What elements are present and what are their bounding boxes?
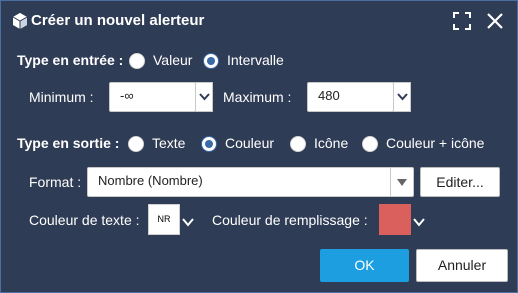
input-type-label: Type en entrée :: [17, 52, 124, 68]
radio-texte[interactable]: [128, 136, 144, 152]
maximum-input[interactable]: 480: [307, 82, 394, 112]
radio-intervalle-label: Intervalle: [227, 52, 284, 68]
edit-button[interactable]: Editer...: [420, 167, 500, 197]
alert-dialog: Créer un nouvel alerteur Type en entrée …: [0, 0, 518, 293]
format-label: Format :: [29, 174, 82, 190]
minimum-value: -∞: [120, 88, 134, 103]
radio-couleur-label: Couleur: [225, 135, 275, 151]
fill-color-swatch[interactable]: [379, 204, 411, 235]
dialog-title: Créer un nouvel alerteur: [31, 12, 205, 29]
title-bar: Créer un nouvel alerteur: [1, 1, 517, 41]
maximum-dropdown[interactable]: [393, 82, 411, 112]
format-dropdown[interactable]: [390, 168, 413, 196]
radio-icone[interactable]: [290, 136, 306, 152]
minimum-dropdown[interactable]: [195, 82, 213, 112]
expand-icon[interactable]: [452, 11, 472, 31]
minimum-label: Minimum :: [29, 89, 94, 105]
output-type-label: Type en sortie :: [17, 135, 120, 151]
format-select[interactable]: Nombre (Nombre): [87, 167, 414, 197]
radio-valeur[interactable]: [129, 53, 145, 69]
chevron-down-icon: [199, 93, 210, 101]
maximum-label: Maximum :: [223, 89, 292, 105]
format-value: Nombre (Nombre): [98, 173, 203, 188]
radio-valeur-label: Valeur: [153, 52, 193, 68]
minimum-input[interactable]: -∞: [109, 82, 196, 112]
cancel-button[interactable]: Annuler: [416, 249, 508, 282]
maximum-value: 480: [318, 88, 340, 103]
radio-intervalle[interactable]: [203, 53, 219, 69]
fill-color-label: Couleur de remplissage :: [212, 212, 368, 228]
chevron-down-icon[interactable]: [413, 214, 425, 227]
text-color-swatch[interactable]: NR: [148, 204, 180, 235]
text-color-label: Couleur de texte :: [29, 212, 140, 228]
ok-button[interactable]: OK: [320, 249, 409, 282]
radio-couleur-icone[interactable]: [362, 136, 378, 152]
chevron-down-icon[interactable]: [182, 214, 194, 227]
radio-couleur[interactable]: [201, 136, 217, 152]
chevron-down-icon: [397, 93, 408, 101]
close-icon[interactable]: [485, 11, 505, 31]
radio-texte-label: Texte: [152, 135, 186, 151]
radio-couleur-icone-label: Couleur + icône: [386, 135, 485, 151]
caret-down-icon: [397, 179, 407, 186]
radio-icone-label: Icône: [314, 135, 349, 151]
cube-icon: [11, 12, 29, 30]
